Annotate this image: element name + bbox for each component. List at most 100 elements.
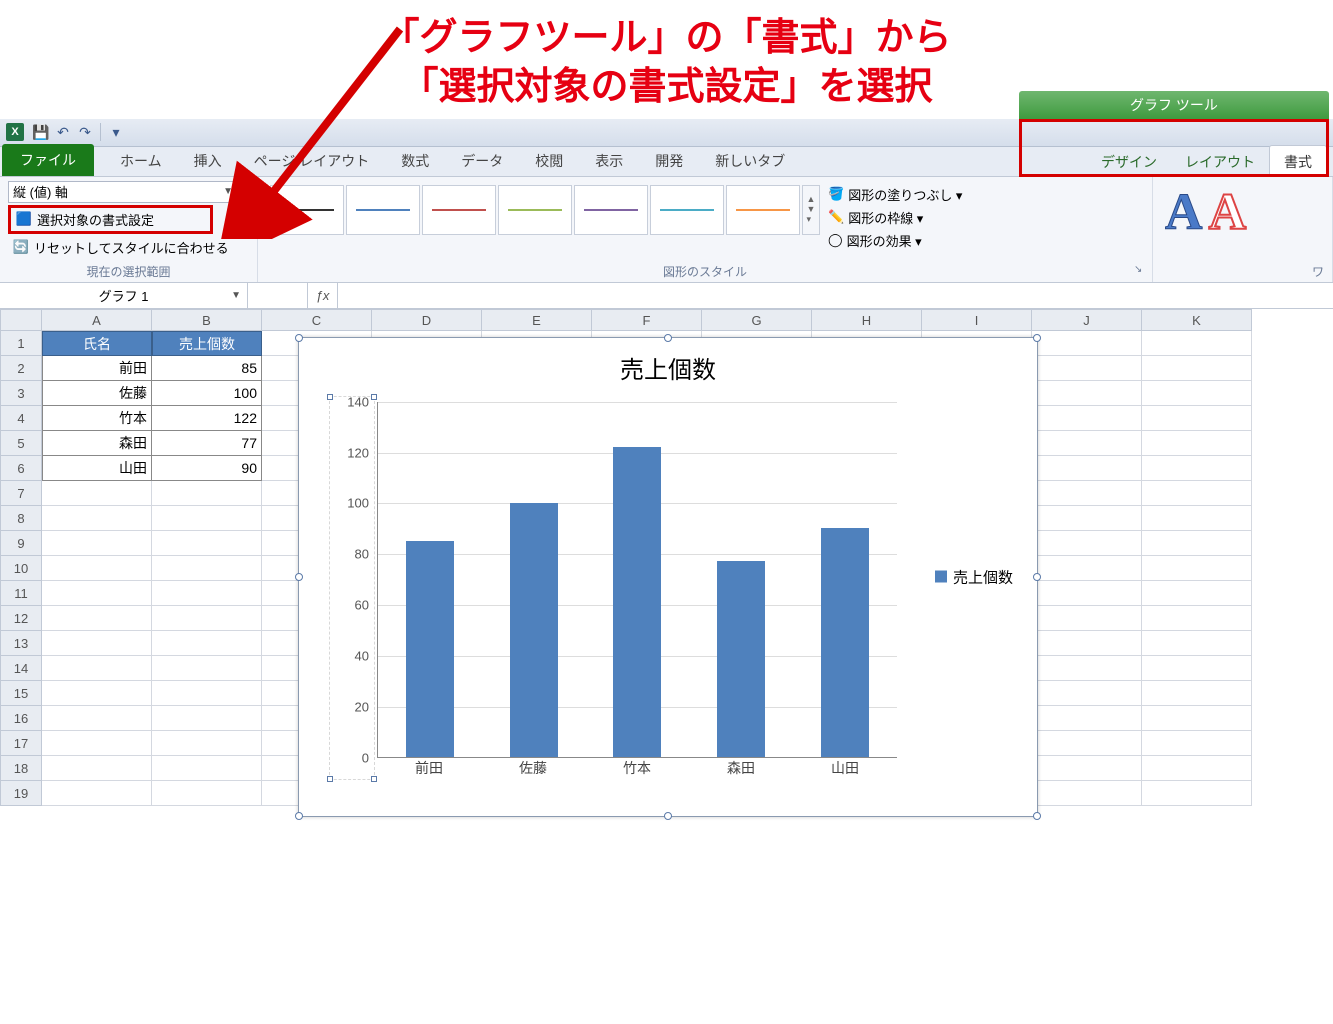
cell[interactable] bbox=[1142, 356, 1252, 381]
column-header[interactable]: B bbox=[152, 309, 262, 331]
format-selection-button[interactable]: 🟦 選択対象の書式設定 bbox=[8, 205, 213, 234]
cell[interactable]: 90 bbox=[152, 456, 262, 481]
wordart-style-2[interactable]: A bbox=[1209, 187, 1247, 239]
column-header[interactable]: J bbox=[1032, 309, 1142, 331]
tab-page-layout[interactable]: ページ レイアウト bbox=[238, 145, 386, 176]
cell[interactable] bbox=[42, 506, 152, 531]
cell[interactable] bbox=[1142, 406, 1252, 431]
chart-title[interactable]: 売上個数 bbox=[299, 338, 1037, 389]
cell[interactable] bbox=[152, 731, 262, 756]
bar[interactable] bbox=[821, 528, 869, 757]
cell[interactable] bbox=[42, 531, 152, 556]
shape-effects-button[interactable]: ◯図形の効果 ▾ bbox=[828, 231, 962, 250]
cell[interactable] bbox=[152, 781, 262, 806]
cell[interactable] bbox=[1142, 506, 1252, 531]
shape-style-2[interactable] bbox=[346, 185, 420, 235]
cell[interactable] bbox=[42, 631, 152, 656]
row-header[interactable]: 4 bbox=[0, 406, 42, 431]
bar[interactable] bbox=[406, 541, 454, 757]
cell[interactable] bbox=[1142, 431, 1252, 456]
cell[interactable] bbox=[1142, 331, 1252, 356]
cell[interactable] bbox=[1142, 531, 1252, 556]
cell[interactable] bbox=[1032, 531, 1142, 556]
cell[interactable]: 100 bbox=[152, 381, 262, 406]
cell[interactable] bbox=[1032, 506, 1142, 531]
cell[interactable]: 85 bbox=[152, 356, 262, 381]
column-header[interactable]: D bbox=[372, 309, 482, 331]
dialog-launcher-shape-styles[interactable]: ↘ bbox=[1134, 264, 1148, 278]
cell[interactable] bbox=[1032, 381, 1142, 406]
cell[interactable] bbox=[152, 581, 262, 606]
cell[interactable] bbox=[1032, 406, 1142, 431]
cell[interactable] bbox=[152, 556, 262, 581]
cell[interactable] bbox=[1032, 581, 1142, 606]
shape-style-5[interactable] bbox=[574, 185, 648, 235]
cell[interactable] bbox=[1142, 556, 1252, 581]
cell[interactable] bbox=[152, 656, 262, 681]
cell[interactable] bbox=[1032, 656, 1142, 681]
cell[interactable] bbox=[1032, 481, 1142, 506]
cell[interactable] bbox=[1032, 606, 1142, 631]
column-header[interactable]: I bbox=[922, 309, 1032, 331]
cell[interactable]: 佐藤 bbox=[42, 381, 152, 406]
row-header[interactable]: 9 bbox=[0, 531, 42, 556]
row-header[interactable]: 2 bbox=[0, 356, 42, 381]
cell[interactable] bbox=[1032, 431, 1142, 456]
bar[interactable] bbox=[510, 503, 558, 757]
cell[interactable] bbox=[1032, 731, 1142, 756]
tab-view[interactable]: 表示 bbox=[579, 145, 639, 176]
cell[interactable] bbox=[42, 656, 152, 681]
bar[interactable] bbox=[613, 447, 661, 757]
cell[interactable] bbox=[152, 481, 262, 506]
row-header[interactable]: 16 bbox=[0, 706, 42, 731]
cell[interactable] bbox=[1142, 681, 1252, 706]
cell[interactable] bbox=[1032, 556, 1142, 581]
cell[interactable] bbox=[152, 506, 262, 531]
row-header[interactable]: 6 bbox=[0, 456, 42, 481]
cell[interactable] bbox=[152, 706, 262, 731]
cell[interactable]: 122 bbox=[152, 406, 262, 431]
row-header[interactable]: 15 bbox=[0, 681, 42, 706]
cell[interactable] bbox=[1142, 656, 1252, 681]
column-header[interactable]: H bbox=[812, 309, 922, 331]
row-header[interactable]: 5 bbox=[0, 431, 42, 456]
cell[interactable] bbox=[42, 681, 152, 706]
row-header[interactable]: 13 bbox=[0, 631, 42, 656]
row-header[interactable]: 18 bbox=[0, 756, 42, 781]
bar-series[interactable] bbox=[378, 402, 897, 757]
tab-new[interactable]: 新しいタブ bbox=[699, 145, 801, 176]
wordart-style-1[interactable]: A bbox=[1165, 187, 1203, 239]
cell[interactable] bbox=[1032, 756, 1142, 781]
column-header[interactable]: F bbox=[592, 309, 702, 331]
column-header[interactable]: C bbox=[262, 309, 372, 331]
tab-file[interactable]: ファイル bbox=[2, 144, 94, 176]
cell[interactable] bbox=[42, 556, 152, 581]
reset-to-match-style-button[interactable]: 🔄 リセットしてスタイルに合わせる bbox=[8, 236, 249, 259]
cell[interactable]: 売上個数 bbox=[152, 331, 262, 356]
tab-home[interactable]: ホーム bbox=[104, 145, 178, 176]
shape-style-3[interactable] bbox=[422, 185, 496, 235]
cell[interactable] bbox=[1142, 706, 1252, 731]
chart-element-dropdown[interactable]: 縦 (値) 軸 ▼ bbox=[8, 181, 238, 203]
cell[interactable] bbox=[1142, 756, 1252, 781]
cell[interactable] bbox=[152, 606, 262, 631]
tab-review[interactable]: 校閲 bbox=[519, 145, 579, 176]
chart-legend[interactable]: 売上個数 bbox=[935, 566, 1013, 587]
cell[interactable] bbox=[152, 531, 262, 556]
tab-developer[interactable]: 開発 bbox=[639, 145, 699, 176]
tab-data[interactable]: データ bbox=[445, 145, 519, 176]
cell[interactable] bbox=[1142, 381, 1252, 406]
tab-insert[interactable]: 挿入 bbox=[178, 145, 238, 176]
row-header[interactable]: 3 bbox=[0, 381, 42, 406]
shape-fill-button[interactable]: 🪣図形の塗りつぶし ▾ bbox=[828, 185, 962, 204]
embedded-chart[interactable]: 売上個数 020406080100120140 前田佐藤竹本森田山田 売上個数 bbox=[298, 337, 1038, 817]
row-header[interactable]: 11 bbox=[0, 581, 42, 606]
cell[interactable] bbox=[1142, 481, 1252, 506]
row-header[interactable]: 17 bbox=[0, 731, 42, 756]
shape-style-4[interactable] bbox=[498, 185, 572, 235]
qat-customize-icon[interactable]: ▾ bbox=[105, 121, 127, 143]
column-header[interactable]: G bbox=[702, 309, 812, 331]
undo-icon[interactable]: ↶ bbox=[52, 121, 74, 143]
column-header[interactable]: A bbox=[42, 309, 152, 331]
row-header[interactable]: 14 bbox=[0, 656, 42, 681]
